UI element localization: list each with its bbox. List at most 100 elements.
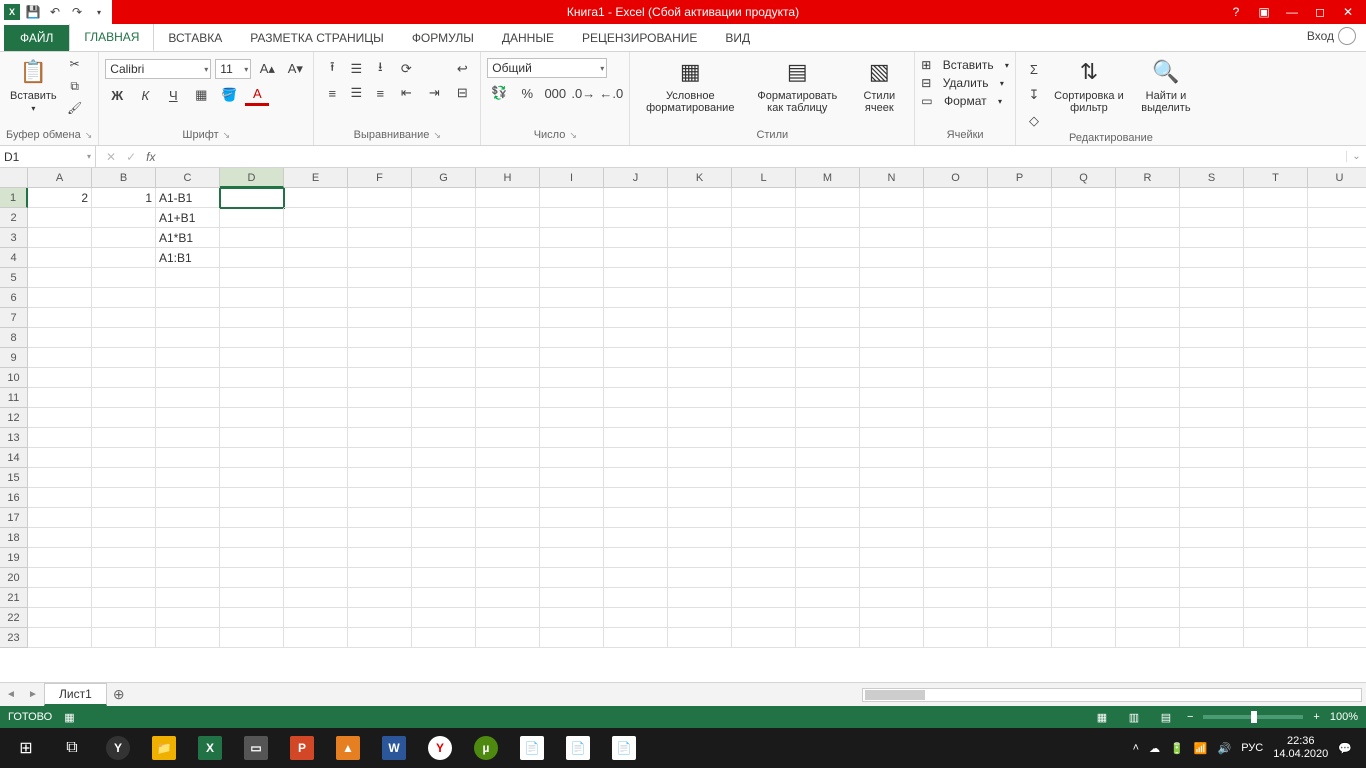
row-header[interactable]: 15 [0,468,28,488]
cell[interactable] [668,608,732,628]
row-header[interactable]: 2 [0,208,28,228]
cell[interactable] [604,628,668,648]
cell[interactable] [1116,248,1180,268]
row-header[interactable]: 8 [0,328,28,348]
cell[interactable] [540,428,604,448]
cell[interactable] [988,208,1052,228]
cell[interactable] [28,228,92,248]
row-header[interactable]: 11 [0,388,28,408]
zoom-in-icon[interactable]: + [1313,711,1319,723]
cell[interactable] [1244,588,1308,608]
cell[interactable] [988,408,1052,428]
cell[interactable] [92,228,156,248]
cell[interactable] [540,268,604,288]
cell[interactable] [220,548,284,568]
cell[interactable] [1116,308,1180,328]
cell[interactable] [988,588,1052,608]
cell[interactable] [220,208,284,228]
cell[interactable] [412,588,476,608]
cell[interactable] [412,408,476,428]
cell[interactable] [796,488,860,508]
column-header[interactable]: M [796,168,860,188]
cell[interactable] [284,328,348,348]
cell[interactable]: 1 [92,188,156,208]
cell[interactable] [924,608,988,628]
cell[interactable] [156,348,220,368]
row-header[interactable]: 23 [0,628,28,648]
cell[interactable] [540,528,604,548]
cell[interactable] [156,608,220,628]
cell[interactable] [28,408,92,428]
fill-color-button[interactable]: 🪣 [217,84,241,106]
cell[interactable] [924,548,988,568]
cell[interactable] [156,468,220,488]
cell[interactable] [860,248,924,268]
cell[interactable] [28,608,92,628]
column-header[interactable]: G [412,168,476,188]
cell[interactable] [540,188,604,208]
row-header[interactable]: 6 [0,288,28,308]
find-select-button[interactable]: 🔍Найти и выделить [1132,54,1200,116]
cell[interactable] [1052,548,1116,568]
cell[interactable] [412,508,476,528]
cell[interactable] [348,548,412,568]
cell[interactable] [476,328,540,348]
row-header[interactable]: 10 [0,368,28,388]
page-layout-view-icon[interactable]: ▥ [1123,711,1145,724]
cell[interactable] [284,368,348,388]
decrease-decimal-icon[interactable]: ←.0 [599,82,623,104]
cell[interactable] [476,628,540,648]
cell[interactable] [668,448,732,468]
cell[interactable] [220,608,284,628]
cell[interactable] [1180,568,1244,588]
cell[interactable] [348,468,412,488]
row-header[interactable]: 4 [0,248,28,268]
cell[interactable] [28,328,92,348]
cell[interactable] [28,268,92,288]
cell[interactable] [732,548,796,568]
cell[interactable] [988,528,1052,548]
cell[interactable] [732,488,796,508]
tray-chevron-icon[interactable]: ˄ [1133,742,1139,754]
row-header[interactable]: 16 [0,488,28,508]
cell[interactable] [476,388,540,408]
cell[interactable] [92,628,156,648]
column-header[interactable]: Q [1052,168,1116,188]
cell[interactable] [604,228,668,248]
cell[interactable] [284,268,348,288]
cell[interactable] [1116,368,1180,388]
orientation-icon[interactable]: ⟳ [394,58,418,80]
cell[interactable] [476,308,540,328]
row-header[interactable]: 3 [0,228,28,248]
redo-icon[interactable]: ↷ [68,3,86,21]
cell[interactable] [1116,448,1180,468]
column-header[interactable]: E [284,168,348,188]
cell[interactable] [412,628,476,648]
cell[interactable] [668,568,732,588]
row-header[interactable]: 19 [0,548,28,568]
cell[interactable] [924,288,988,308]
cell[interactable] [1308,248,1366,268]
cell[interactable] [1052,488,1116,508]
cell[interactable] [28,248,92,268]
cell[interactable] [796,348,860,368]
cell[interactable] [412,288,476,308]
cell[interactable] [156,568,220,588]
cell[interactable] [668,428,732,448]
wrap-text-icon[interactable]: ↩ [450,58,474,80]
cell[interactable] [1308,388,1366,408]
cell[interactable] [796,408,860,428]
help-icon[interactable]: ? [1226,5,1246,19]
cell[interactable] [924,228,988,248]
cell[interactable] [924,388,988,408]
cell[interactable] [988,268,1052,288]
cell[interactable] [540,588,604,608]
cell[interactable] [540,608,604,628]
cell[interactable] [860,468,924,488]
cell[interactable] [92,488,156,508]
cell[interactable] [1180,548,1244,568]
tab-data[interactable]: ДАННЫЕ [488,25,568,51]
cell[interactable] [28,528,92,548]
cell[interactable] [348,588,412,608]
cell[interactable] [732,508,796,528]
